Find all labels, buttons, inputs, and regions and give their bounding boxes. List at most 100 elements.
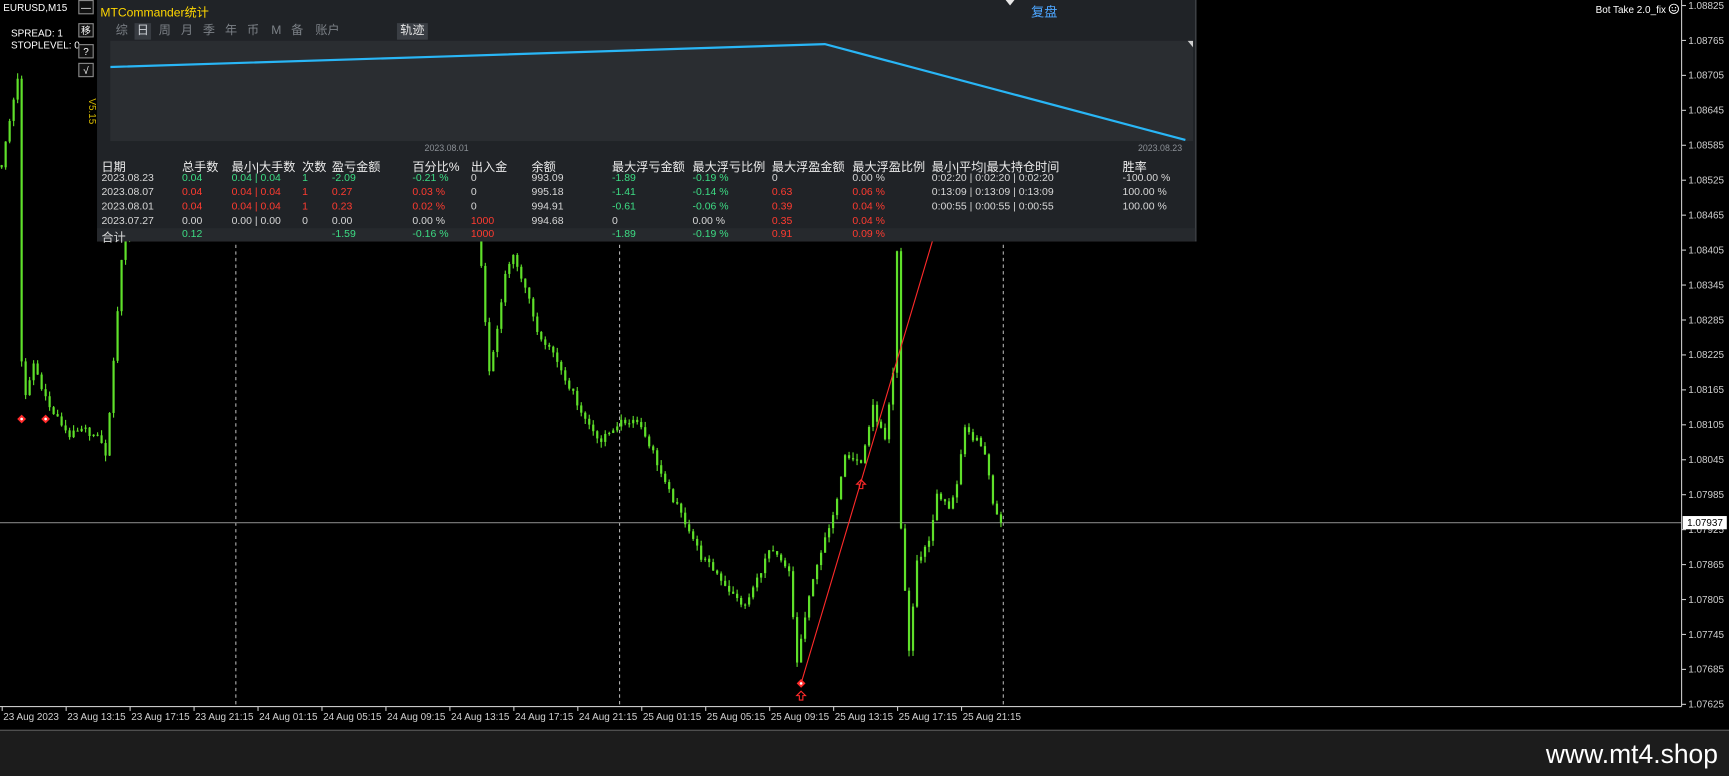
- price-label: 1.08645: [1688, 106, 1724, 117]
- period-tab[interactable]: 备: [289, 23, 306, 40]
- balance-track-plot: [110, 40, 1194, 142]
- candle-body: [80, 428, 83, 432]
- table-cell: -2.09: [331, 171, 356, 185]
- candle-body: [48, 396, 51, 408]
- track-button[interactable]: 轨迹: [396, 23, 428, 40]
- table-cell: 993.09: [531, 171, 564, 185]
- trade-diamond-icon[interactable]: [796, 678, 806, 688]
- help-button[interactable]: ?: [78, 44, 94, 59]
- table-cell: -0.16 %: [412, 228, 449, 241]
- resize-corner-icon[interactable]: [1187, 40, 1194, 48]
- candle-body: [96, 434, 99, 436]
- candle-body: [512, 254, 515, 265]
- candle-body: [608, 432, 611, 435]
- buy-arrow-icon[interactable]: [795, 690, 807, 701]
- candle-body: [600, 438, 603, 442]
- candle-body: [104, 443, 107, 456]
- trade-line[interactable]: [800, 225, 938, 684]
- candle-body: [664, 473, 667, 483]
- candle-body: [548, 344, 551, 347]
- price-label: 1.08765: [1688, 36, 1724, 47]
- time-label: 24 Aug 05:15: [323, 712, 382, 723]
- price-label: 1.08345: [1688, 280, 1724, 291]
- panel-title[interactable]: MTCommander统计: [100, 3, 209, 21]
- table-cell: 0: [470, 200, 477, 213]
- table-cell: 1: [302, 186, 308, 199]
- price-label: 1.08825: [1688, 1, 1724, 12]
- move-button[interactable]: 移: [78, 23, 94, 38]
- period-tab[interactable]: 币: [245, 23, 262, 40]
- candle-body: [732, 591, 735, 594]
- candle-body: [44, 389, 47, 397]
- table-cell: 1000: [470, 214, 495, 228]
- candle-body: [883, 427, 887, 440]
- table-cell: 0: [470, 186, 477, 199]
- table-cell: 995.18: [531, 186, 564, 199]
- candle-body: [744, 604, 747, 606]
- table-cell: 0.06 %: [852, 186, 885, 199]
- table-cell: -0.19 %: [692, 228, 729, 241]
- period-tab[interactable]: 月: [179, 23, 196, 40]
- price-label: 1.08405: [1688, 245, 1724, 256]
- candle-body: [4, 141, 7, 168]
- time-label: 24 Aug 13:15: [451, 712, 510, 723]
- candle-body: [803, 617, 807, 639]
- candle-body: [648, 436, 651, 447]
- table-cell: 994.91: [531, 200, 564, 213]
- time-label: 23 Aug 21:15: [195, 712, 254, 723]
- track-date-start: 2023.08.01: [424, 143, 469, 154]
- candle-body: [887, 404, 891, 440]
- candle-body: [772, 550, 775, 552]
- table-cell: 0.02 %: [412, 200, 446, 213]
- candle-body: [776, 551, 779, 555]
- table-cell: 0.04 | 0.04: [231, 186, 281, 199]
- candle-body: [108, 412, 111, 456]
- period-tab[interactable]: 年: [223, 23, 240, 40]
- trade-diamond-icon[interactable]: [17, 414, 27, 424]
- table-cell: -0.14 %: [692, 186, 729, 199]
- candle-body: [568, 380, 571, 389]
- stoplevel-label: STOPLEVEL: 0: [11, 39, 80, 51]
- candle-body: [915, 560, 919, 607]
- candle-body: [999, 514, 1003, 523]
- candle-body: [947, 501, 951, 509]
- candle-body: [36, 363, 39, 375]
- candle-body: [536, 316, 539, 332]
- dropdown-triangle-icon[interactable]: [1005, 0, 1015, 6]
- period-tab[interactable]: 周: [157, 23, 174, 40]
- candle-body: [592, 424, 595, 432]
- candle-body: [556, 352, 559, 362]
- watermark-bar: www.mt4.shop: [0, 729, 1729, 776]
- candle-body: [52, 407, 55, 415]
- column-header: 最大浮盈金额: [771, 160, 845, 175]
- ea-name: Bot Take 2.0_fix: [1595, 4, 1667, 16]
- period-tab[interactable]: M: [269, 23, 284, 40]
- candle-body: [532, 298, 535, 317]
- replay-button[interactable]: 复盘: [1031, 2, 1057, 21]
- minimize-button[interactable]: —: [78, 0, 94, 15]
- price-label: 1.08705: [1688, 71, 1724, 82]
- check-button[interactable]: √: [78, 62, 94, 78]
- table-cell: 0:02:20 | 0:02:20 | 0:02:20: [931, 171, 1054, 185]
- trade-diamond-icon[interactable]: [41, 414, 51, 424]
- period-tab[interactable]: 综: [114, 23, 131, 40]
- price-label: 1.08105: [1688, 420, 1724, 431]
- candle-body: [524, 278, 527, 288]
- spread-label: SPREAD: 1: [11, 27, 63, 39]
- candle-body: [903, 528, 907, 591]
- candle-body: [544, 339, 547, 345]
- period-tab[interactable]: 账户: [313, 23, 342, 40]
- table-cell: 0.00 %: [852, 171, 885, 185]
- candle-body: [88, 427, 91, 437]
- candle-body: [612, 430, 615, 433]
- candle-body: [624, 419, 627, 424]
- candle-body: [700, 545, 703, 560]
- candle-body: [580, 405, 583, 413]
- candle-body: [827, 528, 831, 538]
- candle-body: [995, 503, 999, 515]
- time-label: 24 Aug 21:15: [579, 712, 638, 723]
- period-tab[interactable]: 季: [201, 23, 218, 40]
- smiley-icon[interactable]: [1669, 3, 1680, 14]
- table-cell: -0.19 %: [692, 171, 729, 185]
- period-tab[interactable]: 日: [134, 23, 152, 40]
